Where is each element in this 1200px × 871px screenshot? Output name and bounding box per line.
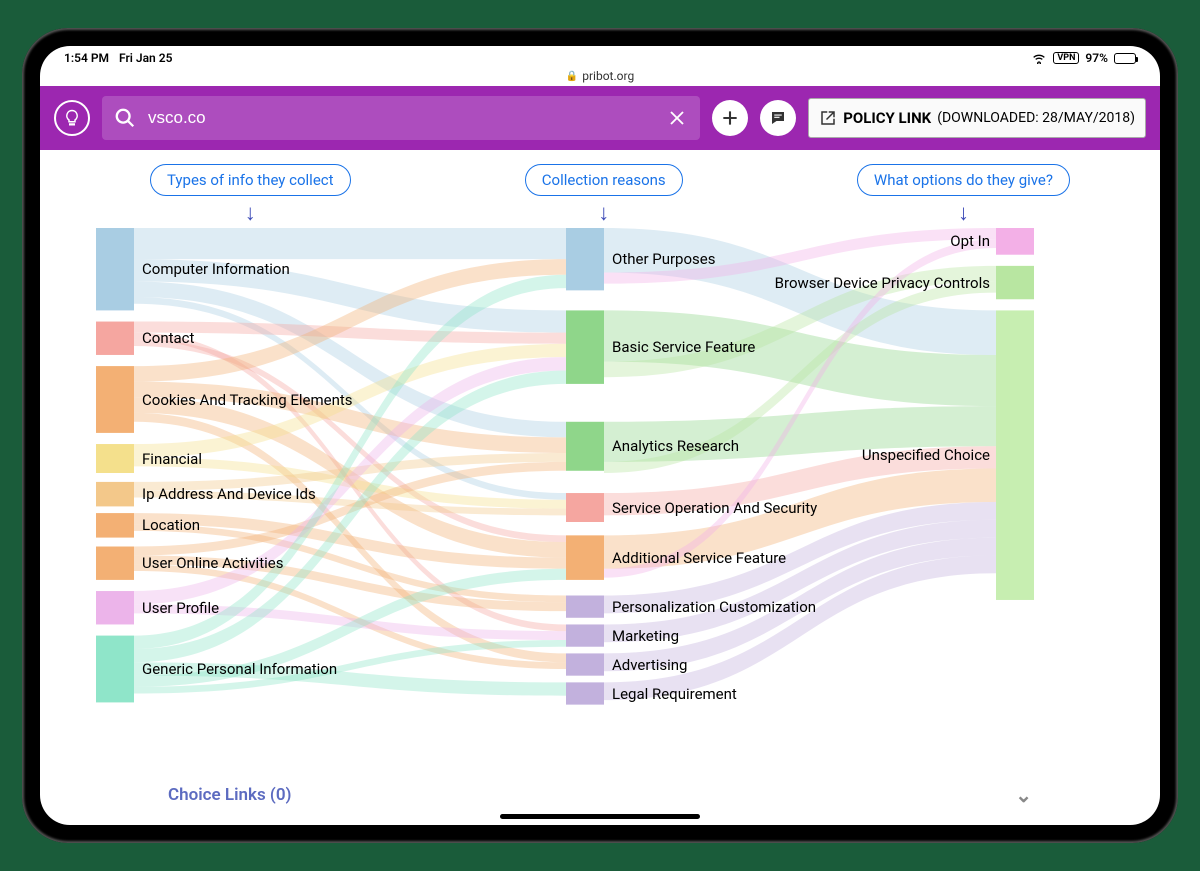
sankey-node-label[interactable]: Ip Address And Device Ids bbox=[142, 485, 316, 503]
chip-info-types[interactable]: Types of info they collect bbox=[150, 164, 351, 196]
status-time: 1:54 PM bbox=[64, 51, 109, 65]
lightbulb-icon bbox=[63, 109, 81, 127]
sankey-node-label[interactable]: Unspecified Choice bbox=[862, 446, 990, 464]
add-button[interactable] bbox=[712, 100, 748, 136]
vpn-badge: VPN bbox=[1053, 52, 1079, 64]
arrow-down-icon: ↓ bbox=[598, 200, 609, 226]
sankey-diagram[interactable]: Computer Information Contact Cookies And T… bbox=[96, 228, 1128, 718]
close-icon bbox=[668, 109, 686, 127]
battery-icon bbox=[1114, 53, 1136, 64]
lock-icon: 🔒 bbox=[566, 71, 578, 82]
sankey-node-label[interactable]: Location bbox=[142, 516, 200, 534]
sankey-node-label[interactable]: Financial bbox=[142, 450, 202, 468]
section-chips: Types of info they collect ↓ Collection … bbox=[40, 164, 1160, 214]
clear-search-button[interactable] bbox=[666, 107, 688, 129]
sankey-node-label[interactable]: Personalization Customization bbox=[612, 598, 816, 616]
sankey-node-label[interactable]: Service Operation And Security bbox=[612, 499, 817, 517]
status-bar: 1:54 PM Fri Jan 25 VPN 97% bbox=[40, 46, 1160, 70]
sankey-node-label[interactable]: Opt In bbox=[950, 232, 990, 250]
app-logo[interactable] bbox=[54, 100, 90, 136]
accordion-label: Choice Links (0) bbox=[168, 785, 292, 805]
policy-link-label: POLICY LINK bbox=[843, 109, 931, 127]
address-host: pribot.org bbox=[582, 69, 634, 83]
sankey-node-label[interactable]: Basic Service Feature bbox=[612, 338, 755, 356]
wifi-icon bbox=[1031, 52, 1047, 64]
arrow-down-icon: ↓ bbox=[245, 200, 256, 226]
plus-icon bbox=[720, 108, 740, 128]
sankey-node-label[interactable]: Additional Service Feature bbox=[612, 549, 786, 567]
policy-link-button[interactable]: POLICY LINK (DOWNLOADED: 28/MAY/2018) bbox=[808, 98, 1146, 138]
chat-icon bbox=[769, 109, 787, 127]
sankey-node-label[interactable]: Browser Device Privacy Controls bbox=[775, 274, 990, 292]
choice-links-accordion[interactable]: Choice Links (0) ⌄ bbox=[150, 773, 1050, 817]
sankey-node-label[interactable]: Advertising bbox=[612, 656, 687, 674]
device-frame: 1:54 PM Fri Jan 25 VPN 97% 🔒 pribot.org bbox=[22, 28, 1178, 843]
chevron-down-icon: ⌄ bbox=[1015, 783, 1032, 807]
app-header: POLICY LINK (DOWNLOADED: 28/MAY/2018) bbox=[40, 86, 1160, 150]
search-input[interactable] bbox=[148, 108, 654, 128]
sankey-node-label[interactable]: User Online Activities bbox=[142, 554, 283, 572]
status-date: Fri Jan 25 bbox=[119, 51, 172, 65]
battery-pct: 97% bbox=[1085, 51, 1108, 65]
chip-options[interactable]: What options do they give? bbox=[857, 164, 1070, 196]
search-icon bbox=[114, 107, 136, 129]
chat-button[interactable] bbox=[760, 100, 796, 136]
chip-collection-reasons[interactable]: Collection reasons bbox=[525, 164, 683, 196]
policy-link-date: (DOWNLOADED: 28/MAY/2018) bbox=[937, 110, 1135, 126]
device-screen: 1:54 PM Fri Jan 25 VPN 97% 🔒 pribot.org bbox=[40, 46, 1160, 825]
sankey-node-label[interactable]: Analytics Research bbox=[612, 437, 739, 455]
arrow-down-icon: ↓ bbox=[958, 200, 969, 226]
sankey-node-label[interactable]: Marketing bbox=[612, 627, 679, 645]
home-indicator[interactable] bbox=[500, 814, 700, 819]
sankey-node-label[interactable]: Other Purposes bbox=[612, 250, 715, 268]
open-external-icon bbox=[819, 109, 837, 127]
sankey-node-label[interactable]: Contact bbox=[142, 329, 194, 347]
sankey-node-label[interactable]: Legal Requirement bbox=[612, 685, 737, 703]
sankey-node-label[interactable]: Generic Personal Information bbox=[142, 660, 337, 678]
sankey-node-label[interactable]: Cookies And Tracking Elements bbox=[142, 391, 353, 409]
search-field[interactable] bbox=[102, 96, 700, 140]
sankey-node-label[interactable]: User Profile bbox=[142, 599, 219, 617]
sankey-node-label[interactable]: Computer Information bbox=[142, 260, 290, 278]
